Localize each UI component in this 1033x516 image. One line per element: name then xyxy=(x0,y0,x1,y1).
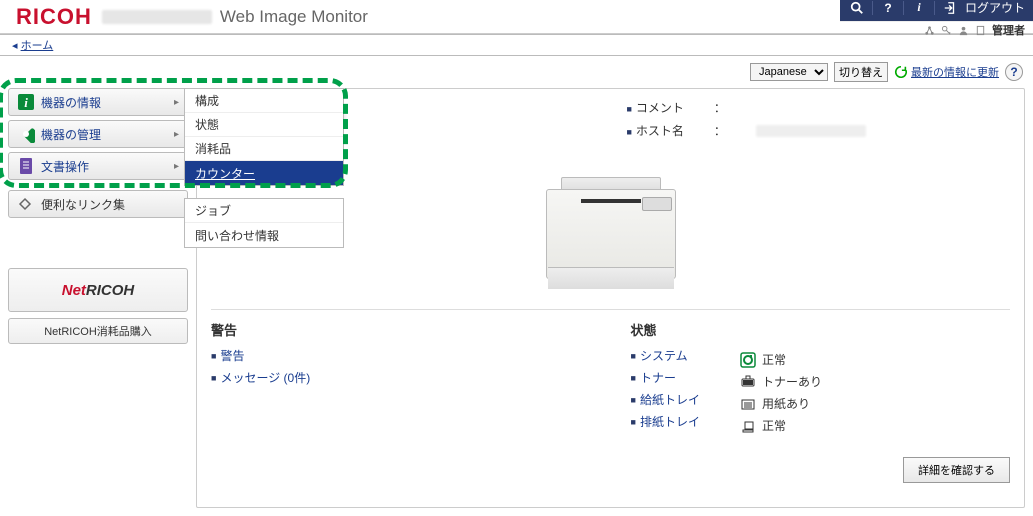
submenu-item-config[interactable]: 構成 xyxy=(185,89,343,113)
submenu-device-info: 構成 状態 消耗品 カウンター xyxy=(184,88,344,186)
document-icon xyxy=(17,157,35,175)
logout-link[interactable]: ログアウト xyxy=(965,0,1025,16)
app-title: Web Image Monitor xyxy=(220,7,368,27)
submenu-item-counter[interactable]: カウンター xyxy=(185,161,343,185)
warning-heading: 警告 xyxy=(211,320,591,339)
divider xyxy=(211,309,1010,310)
sidebar-item-label: 機器の管理 xyxy=(41,126,101,143)
help-button[interactable]: ? xyxy=(1005,63,1023,81)
sidebar-item-device-info[interactable]: i 機器の情報 ▸ xyxy=(8,88,188,116)
sidebar-item-document[interactable]: 文書操作 ▸ xyxy=(8,152,188,180)
paper-tray-icon xyxy=(740,396,756,412)
kv-comment-key: コメント xyxy=(636,101,684,115)
submenu-item-inquiry[interactable]: 問い合わせ情報 xyxy=(185,223,343,247)
help-icon[interactable]: ? xyxy=(879,0,897,17)
link-icon xyxy=(17,195,35,213)
admin-label: 管理者 xyxy=(992,22,1025,38)
warning-link-messages[interactable]: ■メッセージ (0件) xyxy=(211,369,591,386)
chevron-left-icon: ◂ xyxy=(12,40,18,52)
kv-hostname-key: ホスト名 xyxy=(636,124,684,138)
submenu-extra: ジョブ 問い合わせ情報 xyxy=(184,198,344,248)
network-icon xyxy=(924,25,935,36)
submenu-item-job[interactable]: ジョブ xyxy=(185,199,343,223)
sidebar-item-label: 文書操作 xyxy=(41,158,89,175)
status-val-paper: 用紙あり xyxy=(740,395,822,412)
warning-link-alert[interactable]: ■警告 xyxy=(211,347,591,364)
doc-icon xyxy=(975,25,986,36)
switch-button[interactable]: 切り替え xyxy=(834,62,888,82)
toner-icon xyxy=(740,374,756,390)
submenu-item-supplies[interactable]: 消耗品 xyxy=(185,137,343,161)
kv-colon: ： xyxy=(714,99,726,116)
sidebar-item-label: 機器の情報 xyxy=(41,94,101,111)
status-heading: 状態 xyxy=(631,320,700,339)
normal-icon xyxy=(740,352,756,368)
sidebar-item-device-manage[interactable]: 機器の管理 ▸ xyxy=(8,120,188,148)
bullet-icon: ■ xyxy=(626,127,631,137)
output-tray-icon xyxy=(740,418,756,434)
refresh-link[interactable]: 最新の情報に更新 xyxy=(894,64,999,80)
brand-logo: RICOH xyxy=(0,4,102,30)
gear-diamond-icon xyxy=(17,125,35,143)
refresh-label: 最新の情報に更新 xyxy=(911,64,999,80)
status-link-toner[interactable]: ■トナー xyxy=(631,369,700,386)
printer-image xyxy=(536,169,686,289)
netricoh-supplies-button[interactable]: NetRICOH消耗品購入 xyxy=(8,318,188,344)
kv-colon: ： xyxy=(714,122,726,139)
search-icon[interactable] xyxy=(848,0,866,17)
user-icon xyxy=(958,25,969,36)
model-name-redacted xyxy=(102,10,212,24)
hostname-redacted xyxy=(756,125,866,137)
chevron-right-icon: ▸ xyxy=(174,97,179,108)
logout-icon[interactable] xyxy=(941,0,959,17)
status-link-output-tray[interactable]: ■排紙トレイ xyxy=(631,413,700,430)
language-select[interactable]: Japanese xyxy=(750,63,828,81)
info-square-icon: i xyxy=(17,93,35,111)
status-link-input-tray[interactable]: ■給紙トレイ xyxy=(631,391,700,408)
submenu-item-status[interactable]: 状態 xyxy=(185,113,343,137)
chevron-right-icon: ▸ xyxy=(174,161,179,172)
status-val-toner: トナーあり xyxy=(740,373,822,390)
svg-text:i: i xyxy=(24,95,28,110)
chevron-right-icon: ▸ xyxy=(174,129,179,140)
status-val-output: 正常 xyxy=(740,417,822,434)
breadcrumb-home[interactable]: ホーム xyxy=(21,40,54,52)
key-icon xyxy=(941,25,952,36)
detail-button[interactable]: 詳細を確認する xyxy=(903,457,1010,483)
sidebar-item-links[interactable]: 便利なリンク集 xyxy=(8,190,188,218)
bullet-icon: ■ xyxy=(626,104,631,114)
status-val-system: 正常 xyxy=(740,351,822,368)
status-link-system[interactable]: ■システム xyxy=(631,347,700,364)
sidebar-item-label: 便利なリンク集 xyxy=(41,196,125,213)
info-icon[interactable]: i xyxy=(910,0,928,17)
netricoh-logo[interactable]: NetRICOH xyxy=(8,268,188,312)
